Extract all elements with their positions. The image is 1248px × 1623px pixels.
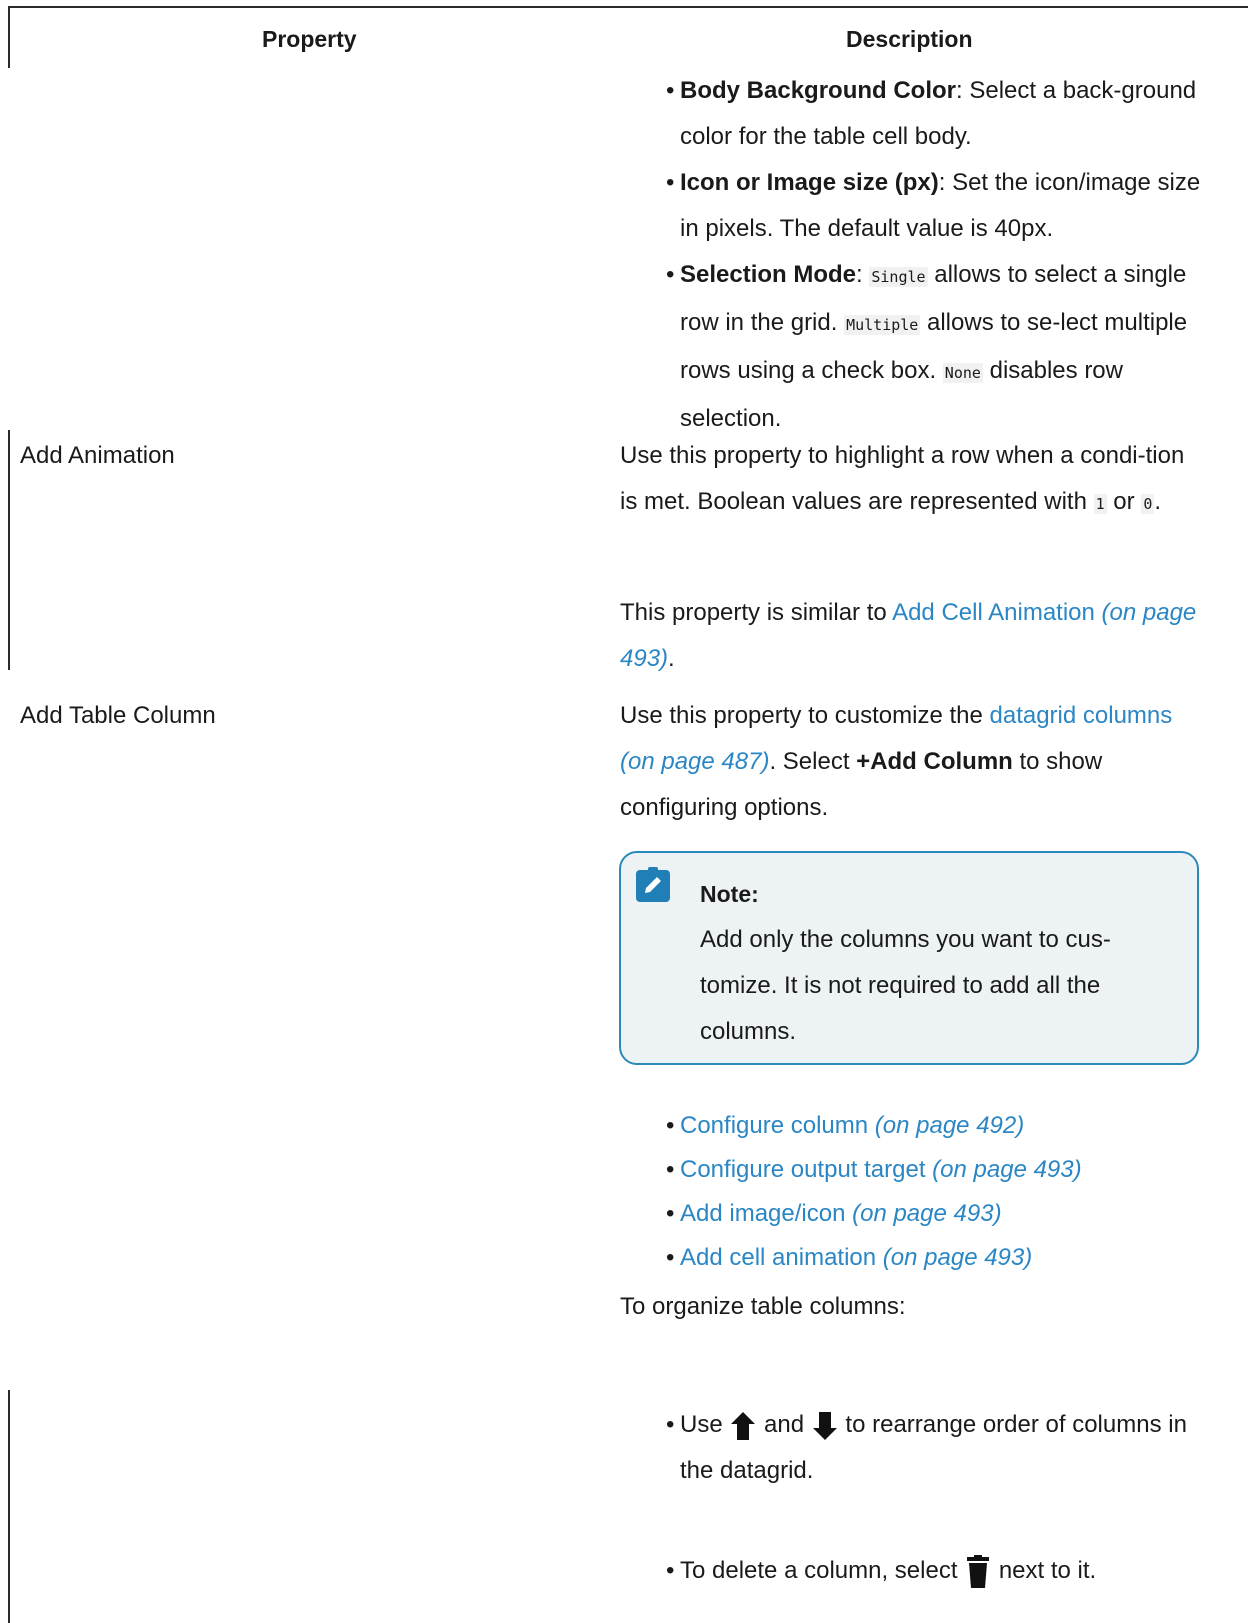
description-add-animation: Use this property to highlight a row whe…	[620, 442, 1185, 515]
list-item[interactable]: • Add image/icon (on page 493)	[666, 1192, 1082, 1236]
note-pencil-icon	[636, 867, 670, 902]
trash-icon	[967, 1554, 990, 1588]
note-body: Add only the columns you want to cus-tom…	[700, 926, 1111, 1045]
code-none: None	[942, 363, 983, 383]
note-title: Note:	[700, 881, 759, 907]
header-property: Property	[262, 26, 357, 52]
list-item: • Use and to rearrange order of columns i…	[666, 1411, 1187, 1484]
link-list: • Configure column (on page 492) • Configu…	[666, 1104, 1082, 1280]
table-left-border	[8, 6, 10, 68]
property-add-table-column: Add Table Column	[20, 702, 216, 729]
list-item: • Selection Mode: Single allows to select…	[666, 261, 1188, 432]
arrow-down-icon	[812, 1411, 837, 1440]
list-item: • Icon or Image size (px): Set the icon/i…	[666, 169, 1201, 242]
list-item: • Body Background Color: Select a back-gr…	[666, 77, 1197, 150]
list-item[interactable]: • Add cell animation (on page 493)	[666, 1236, 1082, 1280]
note-box: Note: Add only the columns you want to c…	[619, 851, 1199, 1065]
list-item[interactable]: • Configure column (on page 492)	[666, 1104, 1082, 1148]
property-add-animation: Add Animation	[20, 442, 175, 469]
table-left-border	[8, 1390, 10, 1623]
code-multiple: Multiple	[844, 315, 921, 335]
description-add-animation-similar: This property is similar to Add Cell Ani…	[620, 599, 1197, 672]
organize-text: To organize table columns:	[620, 1293, 906, 1320]
table-left-border	[8, 430, 10, 670]
arrow-up-icon	[731, 1411, 756, 1440]
header-description: Description	[846, 26, 973, 52]
code-single: Single	[869, 267, 928, 287]
description-add-table-column: Use this property to customize the datag…	[620, 702, 1173, 821]
table-top-border	[8, 6, 1248, 8]
list-item[interactable]: • Configure output target (on page 493)	[666, 1148, 1082, 1192]
list-item: • To delete a column, select next to it.	[666, 1548, 1210, 1594]
